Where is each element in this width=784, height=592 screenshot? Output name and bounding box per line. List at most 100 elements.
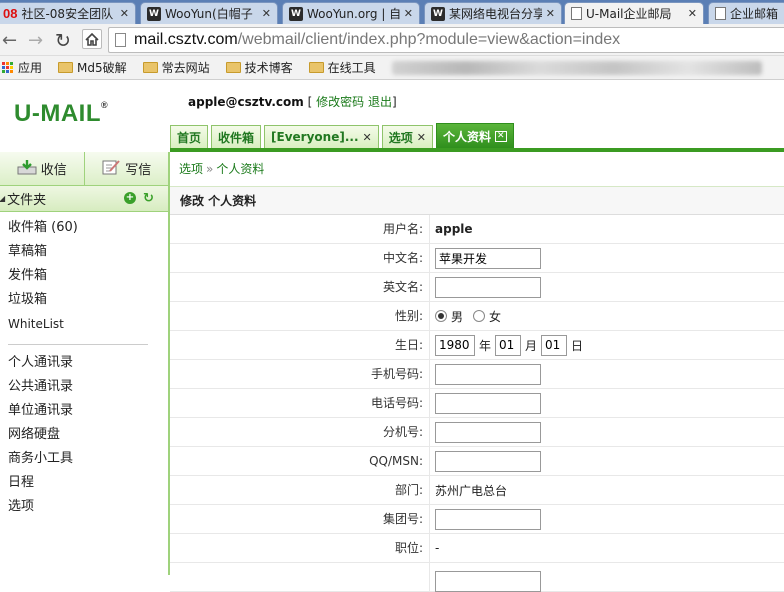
- close-icon[interactable]: ✕: [120, 7, 129, 20]
- breadcrumb-options[interactable]: 选项: [179, 162, 203, 176]
- browser-tab[interactable]: 08 社区-08安全团队 ✕: [0, 2, 136, 24]
- browser-tab[interactable]: W WooYun.org | 自 ✕: [282, 2, 420, 24]
- sidebar-item-personal-contacts[interactable]: 个人通讯录: [8, 351, 168, 375]
- page-icon: [715, 7, 726, 20]
- page-icon: [115, 33, 126, 47]
- add-folder-icon[interactable]: +: [124, 192, 136, 204]
- home-icon[interactable]: [82, 29, 102, 49]
- folder-inbox[interactable]: 收件箱 (60): [8, 216, 168, 240]
- bookmark-apps[interactable]: 应用: [2, 59, 42, 76]
- cn-name-input[interactable]: [435, 247, 541, 269]
- compose-icon: [101, 159, 121, 179]
- folder-trash[interactable]: 垃圾箱: [8, 288, 168, 312]
- row-qq-msn: QQ/MSN:: [170, 447, 784, 476]
- close-icon[interactable]: ✕: [417, 131, 426, 144]
- close-icon[interactable]: ✕: [404, 7, 413, 20]
- close-icon[interactable]: ✕: [688, 7, 697, 20]
- row-gender: 性别: 男 女: [170, 302, 784, 331]
- address-bar-row: ← → ↻ mail.csztv.com/webmail/client/inde…: [0, 24, 784, 56]
- wooyun-icon: W: [147, 6, 161, 21]
- page-icon: [571, 7, 582, 20]
- close-icon[interactable]: ✕: [494, 130, 507, 142]
- sidebar-item-business-tools[interactable]: 商务小工具: [8, 447, 168, 471]
- tab-everyone[interactable]: [Everyone]... ✕: [264, 125, 379, 148]
- qq-msn-input[interactable]: [435, 450, 541, 472]
- browser-tab[interactable]: W 某网络电视台分享 ✕: [424, 2, 562, 24]
- close-icon[interactable]: ✕: [262, 7, 271, 20]
- folder-sent[interactable]: 发件箱: [8, 264, 168, 288]
- section-title: 修改 个人资料: [170, 187, 784, 215]
- browser-tab-active[interactable]: U-Mail企业邮局 ✕: [564, 2, 704, 24]
- folder-icon: [308, 62, 324, 73]
- mail-actions: 收信 写信: [0, 152, 168, 186]
- folders-header[interactable]: ◢ 文件夹 + ↻: [0, 186, 168, 212]
- user-line: apple@csztv.com [ 修改密码 退出]: [188, 95, 397, 109]
- row-next: [170, 563, 784, 592]
- site-08-icon: 08: [3, 6, 18, 21]
- app-header: U-MAIL® apple@csztv.com [ 修改密码 退出] 首页 收件…: [0, 80, 784, 150]
- folder-drafts[interactable]: 草稿箱: [8, 240, 168, 264]
- breadcrumb: 选项» 个人资料: [170, 152, 784, 187]
- url-input[interactable]: mail.csztv.com/webmail/client/index.php?…: [108, 27, 784, 53]
- bookmark-folder[interactable]: Md5破解: [58, 59, 127, 76]
- bookmarks-bar: 应用 Md5破解 常去网站 技术博客 在线工具: [0, 56, 784, 80]
- birth-day-input[interactable]: [541, 334, 568, 356]
- breadcrumb-profile: 个人资料: [216, 162, 265, 176]
- folder-icon: [142, 62, 158, 73]
- browser-tab[interactable]: 企业邮箱: [708, 2, 784, 24]
- birth-year-input[interactable]: [435, 334, 475, 356]
- tab-inbox[interactable]: 收件箱: [211, 125, 262, 148]
- mobile-input[interactable]: [435, 363, 541, 385]
- sidebar-item-org-contacts[interactable]: 单位通讯录: [8, 399, 168, 423]
- folder-whitelist[interactable]: WhiteList: [8, 312, 168, 336]
- browser-tab[interactable]: W WooYun(白帽子 ✕: [140, 2, 278, 24]
- sidebar-item-calendar[interactable]: 日程: [8, 471, 168, 495]
- bookmark-folder[interactable]: 常去网站: [142, 59, 210, 76]
- bookmark-folder[interactable]: 技术博客: [225, 59, 293, 76]
- en-name-input[interactable]: [435, 276, 541, 298]
- refresh-icon[interactable]: ↻: [143, 191, 154, 206]
- gender-male-radio[interactable]: [435, 310, 447, 322]
- sidebar-item-public-contacts[interactable]: 公共通讯录: [8, 375, 168, 399]
- sidebar-item-netdisk[interactable]: 网络硬盘: [8, 423, 168, 447]
- sidebar-item-options[interactable]: 选项: [8, 495, 168, 519]
- compose-button[interactable]: 写信: [85, 152, 169, 185]
- row-birthday: 生日: 年 月 日: [170, 331, 784, 360]
- group-number-input[interactable]: [435, 508, 541, 530]
- tab-home[interactable]: 首页: [170, 125, 209, 148]
- row-department: 部门: 苏州广电总台: [170, 476, 784, 505]
- reload-icon[interactable]: ↻: [55, 30, 71, 52]
- tab-profile[interactable]: 个人资料 ✕: [435, 123, 514, 148]
- birth-month-input[interactable]: [495, 334, 522, 356]
- close-icon[interactable]: ✕: [363, 131, 372, 144]
- collapse-triangle-icon[interactable]: ◢: [0, 194, 5, 203]
- tab-options[interactable]: 选项 ✕: [381, 125, 433, 148]
- extension-input[interactable]: [435, 421, 541, 443]
- row-en-name: 英文名:: [170, 273, 784, 302]
- logout-link[interactable]: 退出: [368, 95, 392, 109]
- wooyun-icon: W: [289, 6, 303, 21]
- close-icon[interactable]: ✕: [546, 7, 555, 20]
- apps-grid-icon: [2, 61, 14, 74]
- next-field-input[interactable]: [435, 570, 541, 592]
- position-value: -: [435, 541, 440, 555]
- row-group-number: 集团号:: [170, 505, 784, 534]
- phone-input[interactable]: [435, 392, 541, 414]
- bookmark-folder[interactable]: 在线工具: [308, 59, 376, 76]
- gender-female-radio[interactable]: [473, 310, 486, 322]
- receive-button[interactable]: 收信: [0, 152, 85, 185]
- folder-icon: [58, 62, 74, 73]
- row-phone: 电话号码:: [170, 389, 784, 418]
- change-password-link[interactable]: 修改密码: [316, 95, 364, 109]
- sidebar: 收信 写信 ◢ 文件夹 + ↻ 收件箱 (60) 草稿箱 发件箱 垃圾箱 Whi…: [0, 152, 170, 575]
- tool-list: 个人通讯录 公共通讯录 单位通讯录 网络硬盘 商务小工具 日程 选项: [0, 351, 168, 519]
- wooyun-icon: W: [431, 6, 445, 21]
- back-arrow-icon[interactable]: ←: [2, 30, 17, 51]
- forward-arrow-icon[interactable]: →: [28, 30, 43, 51]
- row-username: 用户名: apple: [170, 215, 784, 244]
- row-cn-name: 中文名:: [170, 244, 784, 273]
- download-icon: [17, 159, 37, 179]
- row-mobile: 手机号码:: [170, 360, 784, 389]
- blurred-bookmarks: [391, 60, 762, 75]
- browser-tab-strip: 08 社区-08安全团队 ✕ W WooYun(白帽子 ✕ W WooYun.o…: [0, 0, 784, 24]
